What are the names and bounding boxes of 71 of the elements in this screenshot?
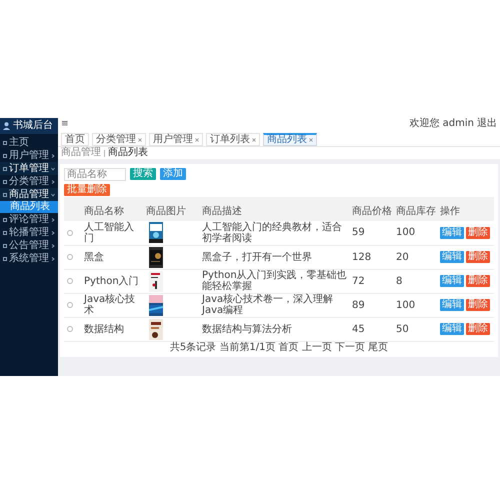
menu-item[interactable]: 用户管理 — [0, 149, 58, 162]
column-header: 商品图片 — [146, 206, 186, 217]
edit-button[interactable]: 编辑 — [440, 275, 464, 287]
add-button[interactable]: 添加 — [160, 168, 186, 180]
edit-button[interactable]: 编辑 — [440, 323, 464, 335]
column-header: 商品库存 — [396, 206, 436, 217]
product-description: 数据结构与算法分析 — [202, 324, 293, 334]
menu-item[interactable]: 评论管理 — [0, 213, 58, 226]
product-price: 72 — [352, 276, 366, 286]
product-stock: 100 — [396, 227, 416, 238]
product-name: Java核心技术 — [84, 294, 136, 316]
menu-item[interactable]: 商品管理 — [0, 188, 58, 201]
menu-item[interactable]: 轮播管理 — [0, 226, 58, 239]
close-icon[interactable] — [252, 138, 256, 142]
column-header: 商品描述 — [202, 206, 242, 217]
product-name: 黑盒 — [84, 252, 105, 262]
product-name: 数据结构 — [84, 324, 125, 334]
product-description: 人工智能入门的经典教材，适合初学者阅读 — [202, 222, 343, 244]
edit-button[interactable]: 编辑 — [440, 251, 464, 263]
logout-link[interactable]: 退出 — [477, 119, 497, 129]
app-title: 书城后台 — [13, 121, 53, 131]
row-checkbox[interactable] — [67, 278, 73, 284]
menu-item[interactable]: 系统管理 — [0, 252, 58, 265]
row-checkbox[interactable] — [67, 302, 73, 308]
delete-button[interactable]: 删除 — [466, 323, 490, 335]
delete-button[interactable]: 删除 — [466, 251, 490, 263]
column-header: 商品名称 — [84, 206, 124, 217]
tab[interactable]: 分类管理 — [92, 133, 146, 146]
delete-button[interactable]: 删除 — [466, 275, 490, 287]
product-description: Python从入门到实践，零基础也能轻松掌握 — [202, 270, 348, 292]
user-greeting: 欢迎您 admin — [409, 119, 474, 129]
product-name: Python入门 — [84, 276, 140, 286]
product-price: 45 — [352, 324, 366, 334]
menu-icon[interactable]: ≡ — [61, 120, 69, 128]
batch-delete-button[interactable]: 批量删除 — [64, 184, 110, 196]
delete-button[interactable]: 删除 — [466, 299, 490, 311]
column-header: 商品价格 — [352, 206, 392, 217]
product-price: 59 — [352, 227, 366, 238]
menu-item[interactable]: 公告管理 — [0, 239, 58, 252]
product-name: 人工智能入门 — [84, 222, 135, 244]
edit-button[interactable]: 编辑 — [440, 226, 464, 239]
product-stock: 20 — [396, 252, 410, 262]
product-stock: 100 — [396, 300, 416, 310]
breadcrumb-item: 商品列表 — [108, 148, 148, 158]
menu-item[interactable]: 分类管理 — [0, 175, 58, 188]
search-button[interactable]: 搜索 — [130, 168, 156, 180]
product-stock: 50 — [396, 324, 410, 334]
row-checkbox[interactable] — [67, 326, 73, 332]
pagination-info: 共5条记录 当前第1/1页 首页 上一页 下一页 尾页 — [170, 343, 388, 353]
product-price: 128 — [352, 252, 372, 262]
menu-item[interactable]: 主页 — [0, 136, 58, 149]
row-checkbox[interactable] — [67, 254, 73, 260]
product-description: 黑盒子，打开有一个世界 — [202, 252, 313, 262]
product-stock: 8 — [396, 276, 404, 286]
product-description: Java核心技术卷一，深入理解Java编程 — [202, 294, 334, 316]
delete-button[interactable]: 删除 — [466, 226, 490, 239]
edit-button[interactable]: 编辑 — [440, 299, 464, 311]
column-header: 操作 — [440, 206, 460, 217]
row-checkbox[interactable] — [67, 230, 73, 236]
tab[interactable]: 订单列表 — [206, 133, 260, 146]
tab[interactable]: 商品列表 — [263, 133, 317, 146]
close-icon[interactable] — [195, 138, 199, 142]
tab[interactable]: 用户管理 — [149, 133, 203, 146]
menu-item[interactable]: 订单管理 — [0, 162, 58, 175]
close-icon[interactable] — [138, 138, 142, 142]
submenu-item[interactable]: 商品列表 — [0, 201, 58, 213]
user-icon — [3, 122, 10, 130]
close-icon[interactable] — [309, 138, 313, 142]
breadcrumb-item[interactable]: 商品管理 — [61, 148, 101, 158]
product-price: 89 — [352, 300, 366, 310]
tab[interactable]: 首页 — [61, 133, 89, 146]
